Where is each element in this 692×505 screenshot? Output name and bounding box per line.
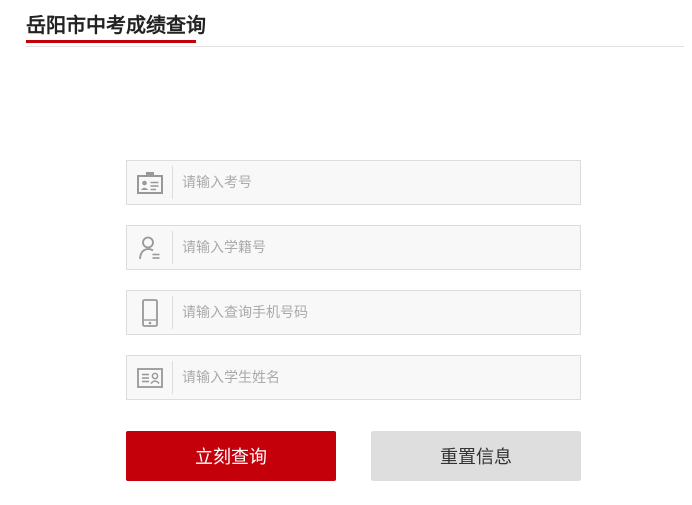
student-name-field (126, 355, 581, 400)
phone-number-input[interactable] (182, 291, 572, 334)
field-separator (172, 296, 173, 329)
page-header: 岳阳市中考成绩查询 (0, 0, 692, 48)
field-separator (172, 231, 173, 264)
query-form (126, 160, 581, 420)
id-badge-icon (127, 161, 172, 204)
student-registration-field (126, 225, 581, 270)
exam-number-input[interactable] (182, 161, 572, 204)
mobile-phone-icon (127, 291, 172, 334)
field-separator (172, 166, 173, 199)
form-actions: 立刻查询 重置信息 (126, 431, 581, 481)
reset-button[interactable]: 重置信息 (371, 431, 581, 481)
student-registration-input[interactable] (182, 226, 572, 269)
student-name-input[interactable] (182, 356, 572, 399)
title-underline (26, 40, 196, 43)
field-separator (172, 361, 173, 394)
query-now-button[interactable]: 立刻查询 (126, 431, 336, 481)
header-divider (26, 46, 684, 47)
user-icon (127, 226, 172, 269)
phone-number-field (126, 290, 581, 335)
exam-number-field (126, 160, 581, 205)
id-card-icon (127, 356, 172, 399)
page-title: 岳阳市中考成绩查询 (26, 13, 206, 37)
